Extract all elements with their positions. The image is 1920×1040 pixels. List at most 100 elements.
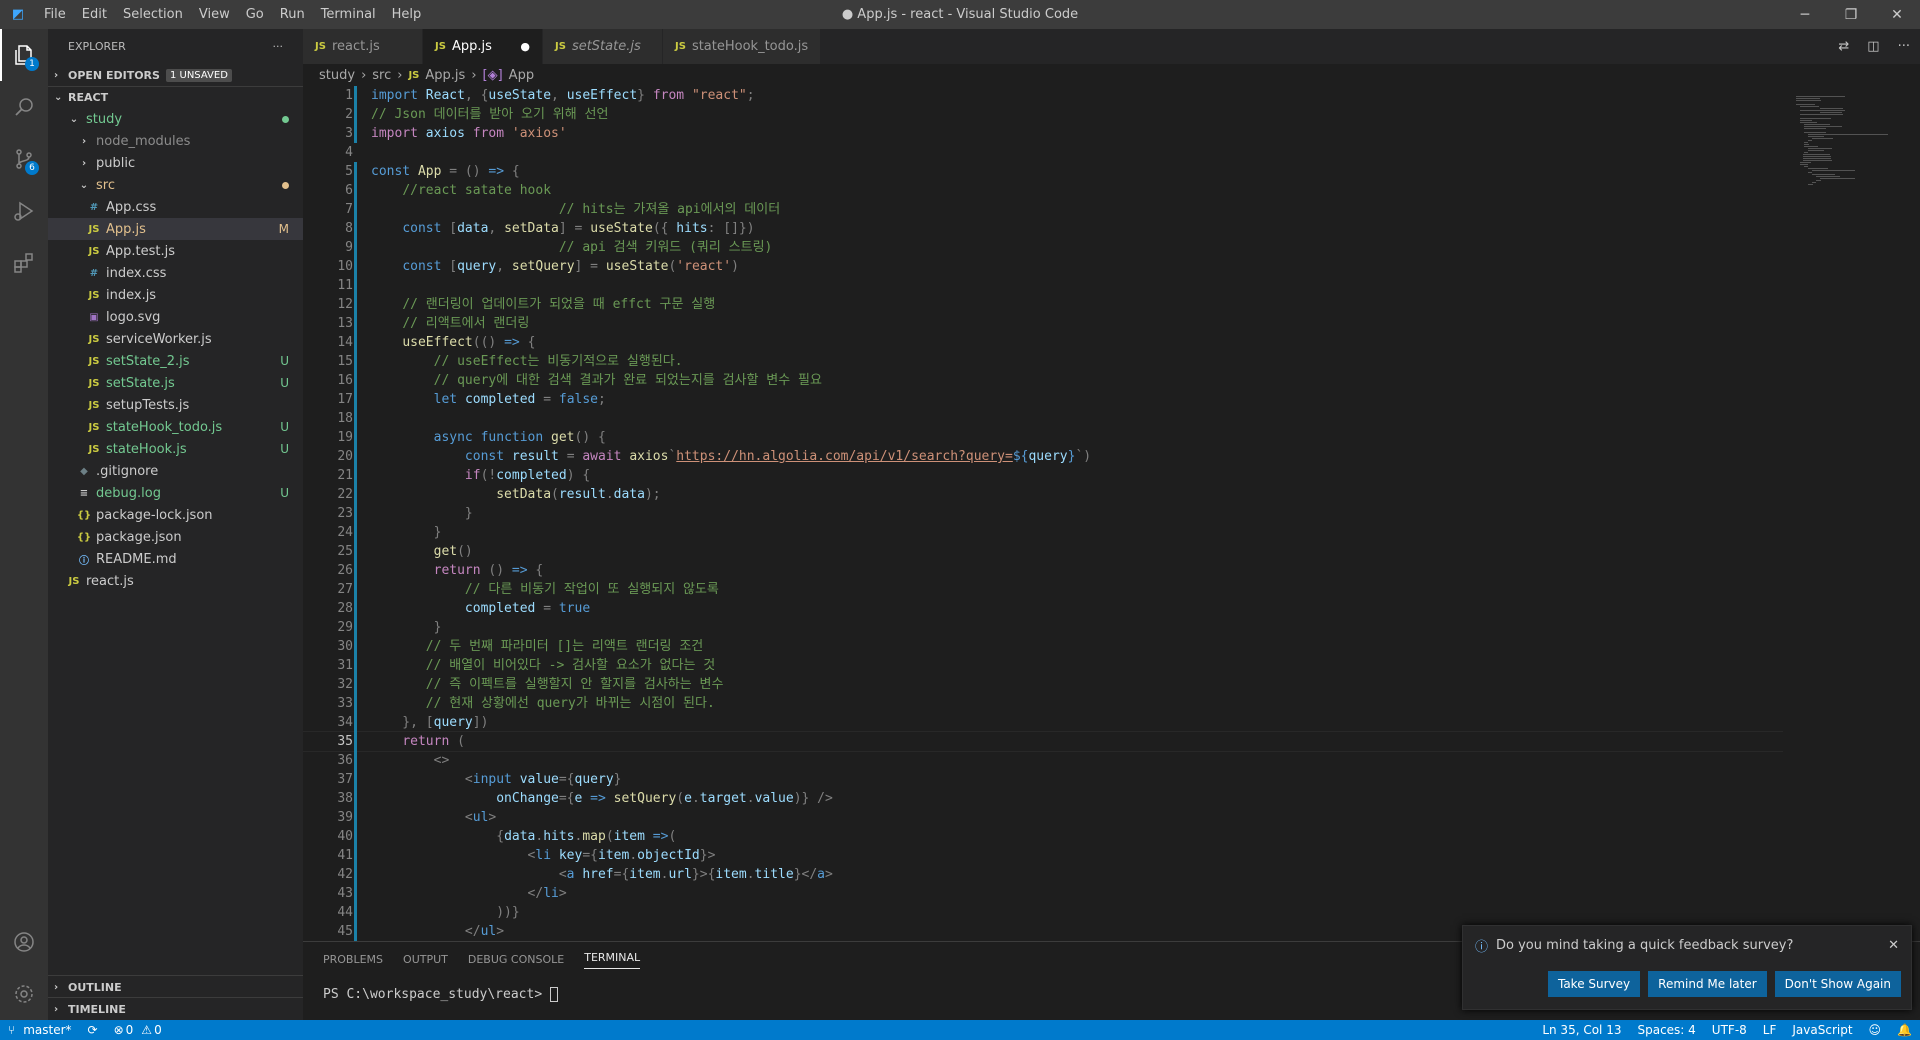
notifications-bell-icon[interactable]: 🔔 <box>1889 1023 1920 1037</box>
tab-react-js[interactable]: JS react.js <box>303 29 423 64</box>
tree-item[interactable]: # index.css <box>48 262 303 284</box>
tab-statehook-todo-js[interactable]: JS stateHook_todo.js <box>663 29 822 64</box>
breadcrumb-src[interactable]: src <box>372 68 391 83</box>
tree-item[interactable]: › node_modules <box>48 130 303 152</box>
code-token: completed <box>496 468 567 483</box>
editor-more-icon[interactable]: ··· <box>1898 39 1910 54</box>
tab-app-js[interactable]: JS App.js ● <box>423 29 543 64</box>
take-survey-button[interactable]: Take Survey <box>1547 971 1641 997</box>
menu-file[interactable]: File <box>36 0 74 29</box>
language-mode[interactable]: JavaScript <box>1784 1023 1860 1037</box>
tree-item[interactable]: JS setState.js U <box>48 372 303 394</box>
tree-item[interactable]: {} package-lock.json <box>48 504 303 526</box>
breadcrumb: study › src › JS App.js › [◈] App <box>303 64 1920 86</box>
menu-selection[interactable]: Selection <box>115 0 191 29</box>
code-token: () { <box>574 430 606 445</box>
code-token: < <box>464 772 473 787</box>
end-of-line[interactable]: LF <box>1755 1023 1785 1037</box>
tree-item[interactable]: JS index.js <box>48 284 303 306</box>
menu-edit[interactable]: Edit <box>74 0 115 29</box>
minimap[interactable] <box>1790 86 1920 941</box>
tree-item[interactable]: ◆ .gitignore <box>48 460 303 482</box>
code-token: hits <box>543 829 575 844</box>
sync-icon[interactable]: ⟳ <box>80 1023 106 1037</box>
tree-item[interactable]: JS react.js <box>48 570 303 592</box>
tree-item[interactable]: ▣ logo.svg <box>48 306 303 328</box>
tree-item-label: debug.log <box>96 485 161 501</box>
explorer-icon[interactable]: 1 <box>0 29 48 81</box>
line-number: 1 <box>345 88 353 103</box>
run-debug-icon[interactable] <box>0 185 48 237</box>
code-token: } <box>371 620 442 635</box>
settings-gear-icon[interactable] <box>0 968 48 1020</box>
feedback-icon[interactable]: ☺ <box>1861 1023 1890 1037</box>
tree-item[interactable]: JS App.test.js <box>48 240 303 262</box>
dont-show-again-button[interactable]: Don't Show Again <box>1774 971 1901 997</box>
tab-debug-console[interactable]: DEBUG CONSOLE <box>468 953 564 966</box>
tree-item[interactable]: ⌄ src <box>48 174 303 196</box>
menu-go[interactable]: Go <box>238 0 272 29</box>
menu-run[interactable]: Run <box>272 0 313 29</box>
outline-section[interactable]: › OUTLINE <box>48 975 303 998</box>
tree-item[interactable]: ⌄ study <box>48 108 303 130</box>
git-branch[interactable]: master* <box>23 1023 79 1037</box>
tree-item[interactable]: JS stateHook.js U <box>48 438 303 460</box>
info-icon: ⓘ <box>1475 940 1489 955</box>
unsaved-dot-icon[interactable]: ● <box>500 40 530 53</box>
tab-problems[interactable]: PROBLEMS <box>323 953 383 966</box>
minimize-icon[interactable]: ─ <box>1782 0 1828 29</box>
react-folder-section[interactable]: ⌄ REACT <box>48 86 303 108</box>
restore-icon[interactable]: ❐ <box>1828 0 1874 29</box>
close-window-icon[interactable]: ✕ <box>1874 0 1920 29</box>
split-editor-icon[interactable]: ◫ <box>1867 39 1879 54</box>
breadcrumb-file[interactable]: App.js <box>425 68 465 83</box>
error-count[interactable]: 0 <box>124 1023 142 1037</box>
open-editors-section[interactable]: › OPEN EDITORS 1 UNSAVED <box>48 64 303 86</box>
minimap-line <box>1820 178 1855 179</box>
tree-item[interactable]: JS setupTests.js <box>48 394 303 416</box>
minimap-line <box>1796 100 1821 101</box>
tree-item[interactable]: JS setState_2.js U <box>48 350 303 372</box>
remind-later-button[interactable]: Remind Me later <box>1648 971 1767 997</box>
tree-item[interactable]: JS serviceWorker.js <box>48 328 303 350</box>
code-editor[interactable]: 1 import React, {useState, useEffect} fro… <box>303 86 1783 941</box>
tree-item[interactable]: ⓘ README.md <box>48 548 303 570</box>
breadcrumb-study[interactable]: study <box>319 68 355 83</box>
cursor-position[interactable]: Ln 35, Col 13 <box>1534 1023 1629 1037</box>
tree-item[interactable]: › public <box>48 152 303 174</box>
tree-item[interactable]: # App.css <box>48 196 303 218</box>
code-line: 15 // useEffect는 비동기적으로 실행된다. <box>303 352 1783 371</box>
source-control-icon[interactable]: 6 <box>0 133 48 185</box>
code-line: 19 async function get() { <box>303 428 1783 447</box>
breadcrumb-symbol[interactable]: App <box>509 68 534 83</box>
open-changes-icon[interactable]: ⇄ <box>1838 39 1849 54</box>
tree-item[interactable]: JS App.js M <box>48 218 303 240</box>
menu-help[interactable]: Help <box>384 0 430 29</box>
menu-view[interactable]: View <box>191 0 238 29</box>
encoding[interactable]: UTF-8 <box>1704 1023 1755 1037</box>
code-token: () <box>457 544 473 559</box>
code-line: 18 <box>303 409 1783 428</box>
search-icon[interactable] <box>0 81 48 133</box>
tree-item[interactable]: ≡ debug.log U <box>48 482 303 504</box>
warning-count[interactable]: 0 <box>152 1023 170 1037</box>
code-token: . <box>605 487 614 502</box>
extensions-icon[interactable] <box>0 237 48 289</box>
accounts-icon[interactable] <box>0 916 48 968</box>
tab-output[interactable]: OUTPUT <box>403 953 448 966</box>
timeline-section[interactable]: › TIMELINE <box>48 997 303 1020</box>
code-token: // Json 데이터를 받아 오기 위해 선언 <box>371 107 609 122</box>
tab-terminal[interactable]: TERMINAL <box>584 951 641 969</box>
menu-terminal[interactable]: Terminal <box>313 0 384 29</box>
tree-item-label: package.json <box>96 529 182 545</box>
close-icon[interactable]: ✕ <box>1888 938 1899 953</box>
more-actions-icon[interactable]: ··· <box>273 40 284 53</box>
indentation[interactable]: Spaces: 4 <box>1629 1023 1703 1037</box>
code-token: // useEffect는 비동기적으로 실행된다. <box>433 354 683 369</box>
activity-bar: 1 6 <box>0 29 48 1020</box>
tab-setstate-js[interactable]: JS setState.js <box>543 29 663 64</box>
tree-item[interactable]: {} package.json <box>48 526 303 548</box>
tree-item[interactable]: JS stateHook_todo.js U <box>48 416 303 438</box>
